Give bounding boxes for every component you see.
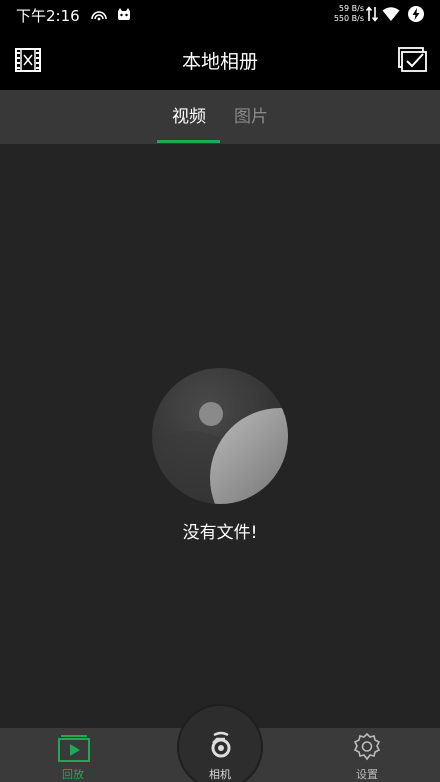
multi-select-check-icon	[398, 47, 427, 72]
nav-playback-label: 回放	[62, 768, 84, 781]
page-title: 本地相册	[181, 51, 258, 73]
nav-camera[interactable]: 相机	[177, 704, 263, 782]
nav-camera-label: 相机	[209, 768, 231, 781]
nav-playback[interactable]: 回放	[38, 728, 108, 782]
tab-video[interactable]: 视频	[157, 90, 221, 144]
gear-icon	[353, 732, 381, 761]
status-bar: 下午2:16 59 B/s 550 B/s	[0, 0, 440, 30]
camera-icon	[211, 731, 231, 758]
battery-charging-icon	[408, 6, 424, 22]
tab-image[interactable]: 图片	[219, 90, 283, 144]
select-button[interactable]	[396, 44, 430, 76]
speed-down: 550 B/s	[333, 14, 364, 23]
active-tab-indicator	[157, 140, 220, 143]
empty-folder-illustration-icon	[152, 368, 288, 504]
playback-icon	[58, 735, 90, 762]
empty-state-message: 没有文件!	[182, 523, 258, 543]
hotspot-icon	[91, 11, 107, 21]
nav-settings-label: 设置	[356, 768, 378, 781]
speed-up: 59 B/s	[338, 4, 364, 13]
file-list-area: 没有文件!	[0, 144, 440, 728]
media-tabs: 视频 图片	[0, 90, 440, 144]
app-bar: 本地相册	[0, 30, 440, 90]
tab-image-label: 图片	[234, 107, 268, 127]
network-speed: 59 B/s 550 B/s	[334, 4, 364, 24]
tab-video-label: 视频	[172, 107, 206, 127]
wifi-icon	[382, 7, 400, 21]
android-icon	[118, 8, 130, 20]
data-transfer-icon	[366, 6, 378, 22]
status-time: 下午2:16	[16, 7, 80, 25]
nav-settings[interactable]: 设置	[332, 728, 402, 782]
